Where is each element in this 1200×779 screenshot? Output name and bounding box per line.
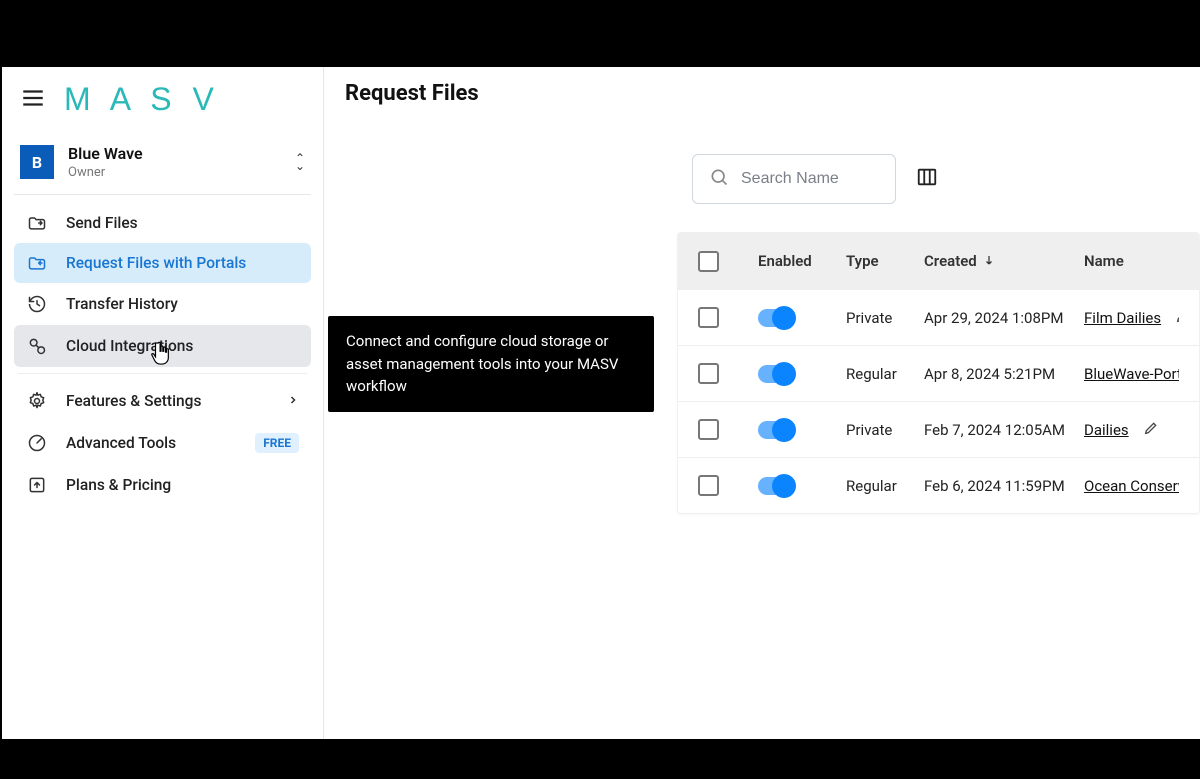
sidebar-item-plans-pricing[interactable]: Plans & Pricing <box>14 464 311 506</box>
row-type: Private <box>846 421 924 439</box>
search-box[interactable] <box>692 154 896 204</box>
menu-icon[interactable] <box>20 85 46 115</box>
sidebar-item-cloud-integrations[interactable]: Cloud Integrations <box>14 325 311 367</box>
row-name-link[interactable]: Film Dailies <box>1084 309 1161 327</box>
sidebar-item-label: Features & Settings <box>66 392 201 410</box>
table-header: Enabled Type Created Name <box>678 233 1199 289</box>
team-name: Blue Wave <box>68 144 143 163</box>
sidebar-item-label: Cloud Integrations <box>66 337 193 355</box>
row-type: Private <box>846 309 924 327</box>
sidebar: M A S V B Blue Wave Owner ⌃⌄ Send Files <box>2 67 324 739</box>
sidebar-item-label: Advanced Tools <box>66 434 176 452</box>
chevron-up-down-icon: ⌃⌄ <box>295 154 305 170</box>
search-icon <box>709 167 729 191</box>
column-header-type[interactable]: Type <box>846 252 924 270</box>
upgrade-icon <box>26 475 48 495</box>
sidebar-nav: Send Files Request Files with Portals Tr… <box>2 195 323 514</box>
row-name-link[interactable]: BlueWave-Portal-54 <box>1084 365 1179 383</box>
row-checkbox[interactable] <box>698 419 719 440</box>
cloud-integrations-tooltip: Connect and configure cloud storage or a… <box>328 316 654 412</box>
team-role: Owner <box>68 165 143 180</box>
edit-icon[interactable] <box>1175 308 1179 328</box>
history-icon <box>26 294 48 314</box>
integrations-icon <box>26 336 48 356</box>
letterbox-bottom <box>0 739 1200 779</box>
team-switcher[interactable]: B Blue Wave Owner ⌃⌄ <box>14 138 311 195</box>
portals-table: Enabled Type Created Name PrivateApr 29,… <box>677 232 1200 514</box>
team-avatar: B <box>20 145 54 179</box>
row-checkbox[interactable] <box>698 363 719 384</box>
folder-receive-icon <box>26 254 48 272</box>
enabled-toggle[interactable] <box>758 365 794 383</box>
column-header-name[interactable]: Name <box>1084 252 1179 270</box>
letterbox-top <box>0 0 1200 40</box>
sidebar-item-label: Send Files <box>66 214 138 232</box>
brand-logo: M A S V <box>64 81 220 118</box>
select-all-checkbox[interactable] <box>698 251 719 272</box>
row-type: Regular <box>846 365 924 383</box>
table-row: PrivateFeb 7, 2024 12:05AMDailies <box>678 401 1199 457</box>
table-row: RegularFeb 6, 2024 11:59PMOcean Conserva… <box>678 457 1199 513</box>
row-checkbox[interactable] <box>698 307 719 328</box>
nav-divider <box>18 373 307 374</box>
sidebar-item-transfer-history[interactable]: Transfer History <box>14 283 311 325</box>
page-title: Request Files <box>345 81 1200 106</box>
sidebar-item-features-settings[interactable]: Features & Settings <box>14 380 311 422</box>
enabled-toggle[interactable] <box>758 421 794 439</box>
sidebar-item-request-files[interactable]: Request Files with Portals <box>14 243 311 283</box>
sort-desc-icon <box>983 252 995 270</box>
enabled-toggle[interactable] <box>758 477 794 495</box>
row-name-link[interactable]: Ocean Conservation <box>1084 477 1179 495</box>
edit-icon[interactable] <box>1143 420 1159 440</box>
enabled-toggle[interactable] <box>758 309 794 327</box>
row-created: Feb 7, 2024 12:05AM <box>924 421 1084 439</box>
row-created: Feb 6, 2024 11:59PM <box>924 477 1084 495</box>
sidebar-item-send-files[interactable]: Send Files <box>14 203 311 243</box>
table-toolbar <box>692 154 1200 204</box>
free-badge: FREE <box>255 433 299 453</box>
column-header-created[interactable]: Created <box>924 252 1084 270</box>
row-created: Apr 8, 2024 5:21PM <box>924 365 1084 383</box>
search-input[interactable] <box>741 170 879 188</box>
column-header-created-label: Created <box>924 252 977 270</box>
columns-button[interactable] <box>916 166 938 192</box>
gauge-icon <box>26 433 48 453</box>
chevron-right-icon <box>287 392 299 410</box>
sidebar-item-advanced-tools[interactable]: Advanced Tools FREE <box>14 422 311 464</box>
sidebar-item-label: Request Files with Portals <box>66 254 246 272</box>
gear-icon <box>26 391 48 411</box>
table-row: RegularApr 8, 2024 5:21PMBlueWave-Portal… <box>678 345 1199 401</box>
row-type: Regular <box>846 477 924 495</box>
sidebar-item-label: Transfer History <box>66 295 178 313</box>
table-row: PrivateApr 29, 2024 1:08PMFilm Dailies <box>678 289 1199 345</box>
folder-send-icon <box>26 214 48 232</box>
sidebar-item-label: Plans & Pricing <box>66 476 171 494</box>
column-header-enabled[interactable]: Enabled <box>758 252 846 270</box>
row-checkbox[interactable] <box>698 475 719 496</box>
row-created: Apr 29, 2024 1:08PM <box>924 309 1084 327</box>
row-name-link[interactable]: Dailies <box>1084 421 1129 439</box>
